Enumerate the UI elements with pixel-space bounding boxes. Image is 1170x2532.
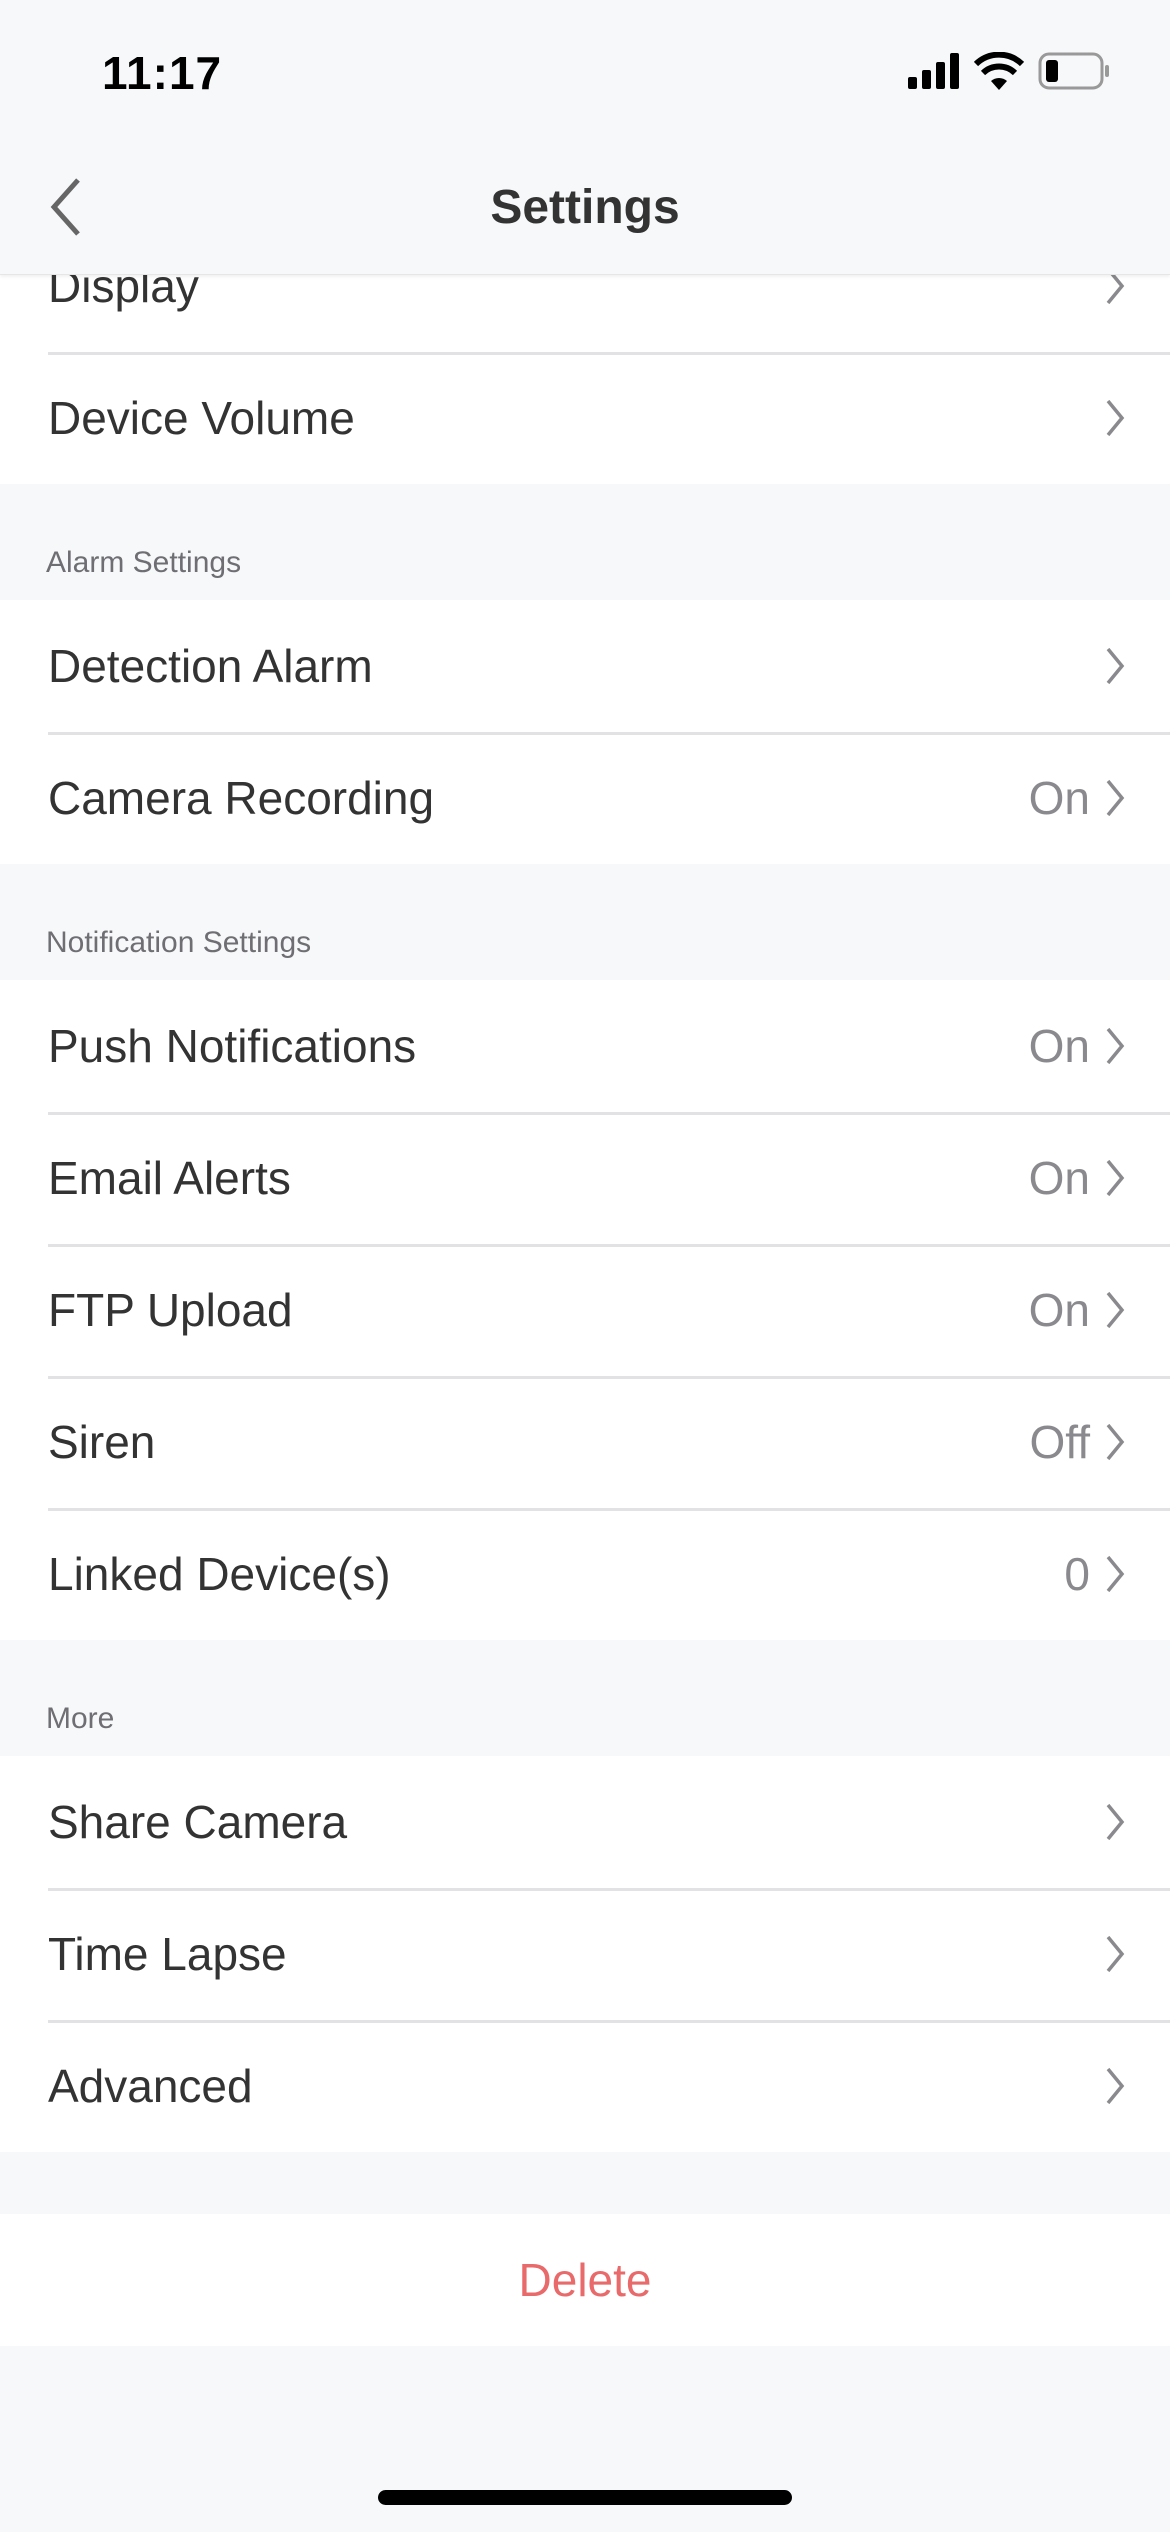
row-label: Device Volume: [48, 392, 355, 444]
row-value: Off: [1029, 1416, 1090, 1468]
row-advanced[interactable]: Advanced: [0, 2020, 1170, 2152]
page-title: Settings: [490, 181, 680, 234]
section-header: Notification Settings: [46, 926, 312, 959]
row-device-volume[interactable]: Device Volume: [0, 352, 1170, 484]
row-value: On: [1028, 1284, 1090, 1336]
chevron-right-icon: [1106, 1027, 1125, 1065]
home-indicator: [378, 2490, 792, 2505]
settings-group: Push Notifications On Email Alerts On FT…: [0, 980, 1170, 1640]
wifi-icon: [974, 52, 1024, 90]
row-value: 0: [1064, 1548, 1090, 1600]
settings-group: Share Camera Time Lapse Advanced: [0, 1756, 1170, 2152]
row-label: FTP Upload: [48, 1284, 293, 1336]
row-push-notifications[interactable]: Push Notifications On: [0, 980, 1170, 1112]
chevron-right-icon: [1106, 1159, 1125, 1197]
delete-button[interactable]: Delete: [0, 2214, 1170, 2346]
battery-low-icon: [1038, 52, 1109, 90]
row-value: On: [1028, 772, 1090, 824]
status-time: 11:17: [102, 47, 223, 99]
chevron-right-icon: [1106, 647, 1125, 685]
settings-group: Detection Alarm Camera Recording On: [0, 600, 1170, 864]
chevron-right-icon: [1106, 1803, 1125, 1841]
nav-bar: Settings: [0, 140, 1170, 275]
chevron-right-icon: [1106, 1423, 1125, 1461]
chevron-right-icon: [1106, 1935, 1125, 1973]
settings-list: Display Device Volume Alarm Settings Det…: [0, 220, 1170, 2346]
status-bar: 11:17: [0, 0, 1170, 140]
row-label: Email Alerts: [48, 1152, 291, 1204]
row-label: Linked Device(s): [48, 1548, 391, 1600]
row-email-alerts[interactable]: Email Alerts On: [0, 1112, 1170, 1244]
row-time-lapse[interactable]: Time Lapse: [0, 1888, 1170, 2020]
row-siren[interactable]: Siren Off: [0, 1376, 1170, 1508]
row-label: Siren: [48, 1416, 156, 1468]
row-linked-device-s[interactable]: Linked Device(s) 0: [0, 1508, 1170, 1640]
row-camera-recording[interactable]: Camera Recording On: [0, 732, 1170, 864]
row-ftp-upload[interactable]: FTP Upload On: [0, 1244, 1170, 1376]
row-label: Push Notifications: [48, 1020, 417, 1072]
row-label: Camera Recording: [48, 772, 435, 824]
section-header: Alarm Settings: [46, 546, 242, 579]
chevron-right-icon: [1106, 779, 1125, 817]
row-value: On: [1028, 1020, 1090, 1072]
section-header: More: [46, 1702, 115, 1735]
chevron-right-icon: [1106, 2067, 1125, 2105]
chevron-right-icon: [1106, 399, 1125, 437]
row-label: Time Lapse: [48, 1928, 287, 1980]
row-label: Advanced: [48, 2060, 253, 2112]
row-label: Detection Alarm: [48, 640, 373, 692]
row-value: On: [1028, 1152, 1090, 1204]
cellular-signal-icon: [908, 53, 959, 89]
chevron-right-icon: [1106, 1555, 1125, 1593]
row-share-camera[interactable]: Share Camera: [0, 1756, 1170, 1888]
row-detection-alarm[interactable]: Detection Alarm: [0, 600, 1170, 732]
row-label: Share Camera: [48, 1796, 348, 1848]
chevron-right-icon: [1106, 1291, 1125, 1329]
